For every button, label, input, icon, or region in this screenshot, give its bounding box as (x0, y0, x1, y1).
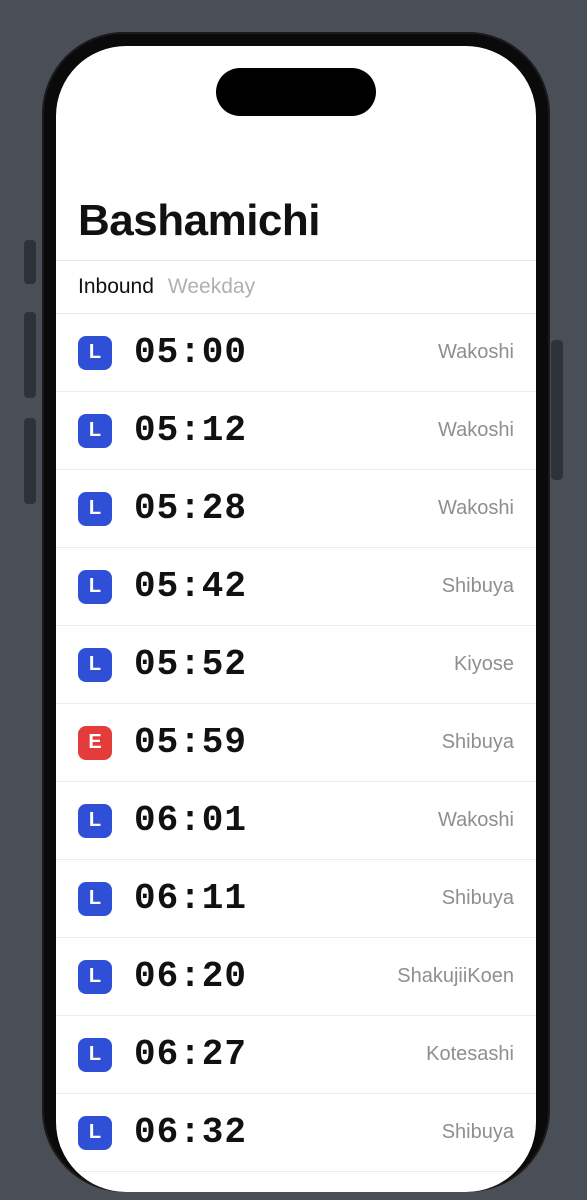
timetable-row[interactable]: L 05:52 Kiyose (56, 626, 536, 704)
departure-time: 06:32 (134, 1112, 442, 1153)
train-type-badge: L (78, 1038, 112, 1072)
timetable-row[interactable]: L 06:01 Wakoshi (56, 782, 536, 860)
app-content: Bashamichi Inbound Weekday L 05:00 Wakos… (56, 46, 536, 1192)
destination-label: Shibuya (442, 887, 514, 910)
departure-time: 06:20 (134, 956, 397, 997)
destination-label: ShakujiiKoen (397, 965, 514, 988)
train-type-badge: L (78, 960, 112, 994)
timetable-row[interactable]: E 05:59 Shibuya (56, 704, 536, 782)
departure-time: 06:01 (134, 800, 438, 841)
train-type-badge: L (78, 570, 112, 604)
destination-label: Kotesashi (426, 1043, 514, 1066)
timetable-row[interactable]: L 05:28 Wakoshi (56, 470, 536, 548)
dynamic-island (216, 68, 376, 116)
train-type-badge: E (78, 726, 112, 760)
departure-time: 06:11 (134, 878, 442, 919)
departure-time: 05:28 (134, 488, 438, 529)
side-button-power (551, 340, 563, 480)
destination-label: Shibuya (442, 1121, 514, 1144)
phone-screen: Bashamichi Inbound Weekday L 05:00 Wakos… (56, 46, 536, 1192)
side-button-silent (24, 240, 36, 284)
train-type-badge: L (78, 882, 112, 916)
destination-label: Wakoshi (438, 419, 514, 442)
timetable-list[interactable]: L 05:00 Wakoshi L 05:12 Wakoshi L 05:28 … (56, 314, 536, 1172)
destination-label: Shibuya (442, 731, 514, 754)
timetable-row[interactable]: L 05:12 Wakoshi (56, 392, 536, 470)
side-button-volume-up (24, 312, 36, 398)
departure-time: 05:00 (134, 332, 438, 373)
destination-label: Kiyose (454, 653, 514, 676)
destination-label: Wakoshi (438, 341, 514, 364)
departure-time: 05:52 (134, 644, 454, 685)
filter-direction[interactable]: Inbound (78, 275, 154, 299)
train-type-badge: L (78, 336, 112, 370)
timetable-row[interactable]: L 06:27 Kotesashi (56, 1016, 536, 1094)
departure-time: 05:12 (134, 410, 438, 451)
timetable-row[interactable]: L 05:00 Wakoshi (56, 314, 536, 392)
departure-time: 05:42 (134, 566, 442, 607)
train-type-badge: L (78, 648, 112, 682)
train-type-badge: L (78, 804, 112, 838)
phone-frame: Bashamichi Inbound Weekday L 05:00 Wakos… (42, 32, 550, 1192)
side-button-volume-down (24, 418, 36, 504)
departure-time: 06:27 (134, 1034, 426, 1075)
train-type-badge: L (78, 492, 112, 526)
destination-label: Wakoshi (438, 809, 514, 832)
filter-bar: Inbound Weekday (56, 260, 536, 314)
train-type-badge: L (78, 1116, 112, 1150)
filter-daytype[interactable]: Weekday (168, 275, 255, 299)
page-title: Bashamichi (56, 196, 536, 260)
timetable-row[interactable]: L 06:32 Shibuya (56, 1094, 536, 1172)
timetable-row[interactable]: L 06:11 Shibuya (56, 860, 536, 938)
departure-time: 05:59 (134, 722, 442, 763)
destination-label: Wakoshi (438, 497, 514, 520)
timetable-row[interactable]: L 06:20 ShakujiiKoen (56, 938, 536, 1016)
destination-label: Shibuya (442, 575, 514, 598)
timetable-row[interactable]: L 05:42 Shibuya (56, 548, 536, 626)
train-type-badge: L (78, 414, 112, 448)
